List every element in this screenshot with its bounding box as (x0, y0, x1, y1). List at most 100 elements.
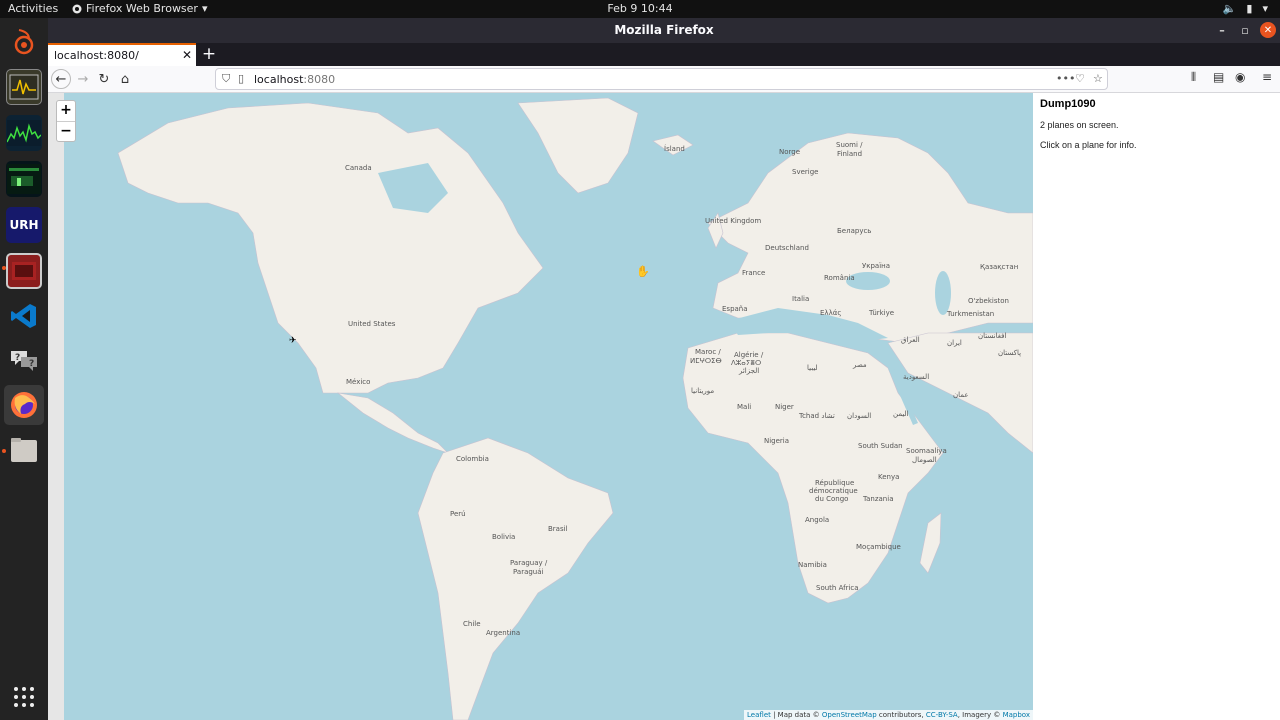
back-icon[interactable]: ← (51, 69, 71, 89)
apps-grid-icon[interactable] (6, 679, 42, 715)
more-actions-icon[interactable]: ••• (1056, 72, 1075, 85)
map-label: السعودية (903, 373, 930, 381)
map-label: پاکستان (998, 349, 1022, 357)
url-text[interactable]: localhost:8080 (254, 73, 335, 86)
map-label: Türkiye (869, 309, 895, 317)
zoom-control: + − (56, 100, 76, 142)
greenland-landmass (517, 97, 639, 194)
pocket-icon[interactable]: ♡ (1075, 72, 1085, 85)
attribution-text: contributors, (876, 711, 926, 719)
title-bar: Mozilla Firefox – ▫ ✕ (48, 18, 1280, 43)
zoom-in-button[interactable]: + (57, 101, 75, 121)
map-label: ليبيا (807, 364, 818, 372)
map-label: South Sudan (858, 442, 903, 450)
cc-by-sa-link[interactable]: CC-BY-SA (926, 711, 958, 719)
spectrum-icon[interactable] (6, 115, 42, 151)
firefox-small-icon (72, 4, 82, 13)
map-label: Perú (450, 510, 466, 518)
minimize-icon[interactable]: – (1214, 22, 1230, 38)
tab-localhost[interactable]: localhost:8080/ ✕ (48, 43, 196, 66)
map-label: ⵍⵎⵖⵔⵉⴱ (690, 357, 722, 365)
hint-text: Click on a plane for info. (1040, 140, 1137, 150)
forward-icon[interactable]: → (73, 69, 93, 89)
map-label: العراق (901, 336, 920, 344)
svg-text:?: ? (29, 359, 34, 369)
url-bar[interactable]: ⛉ ▯ localhost:8080 ••• ♡ ☆ (215, 68, 1108, 90)
urh-label: URH (9, 218, 39, 232)
sidebar-icon[interactable]: ▤ (1213, 70, 1224, 84)
map-label: اليمن (893, 410, 909, 418)
openstreetmap-link[interactable]: OpenStreetMap (822, 711, 877, 719)
map[interactable]: Canada United States México Colombia Per… (48, 93, 1033, 720)
map-label: عمان (953, 391, 969, 399)
bookmark-star-icon[interactable]: ☆ (1093, 72, 1103, 85)
panel-title: Dump1090 (1040, 98, 1096, 110)
plane-marker[interactable]: ✈ (289, 336, 297, 346)
waterfall-icon[interactable] (6, 161, 42, 197)
map-label: Argentina (486, 629, 521, 637)
map-label: Deutschland (765, 244, 809, 252)
battery-icon: ▮ (1246, 2, 1253, 15)
map-label: Brasil (548, 525, 568, 533)
vscode-icon[interactable] (6, 298, 42, 334)
zoom-out-button[interactable]: − (57, 121, 75, 141)
page-icon[interactable]: ▯ (238, 72, 244, 85)
chevron-down-icon: ▾ (201, 2, 208, 15)
library-icon[interactable]: ⫴ (1191, 70, 1196, 85)
map-label: موريتانيا (691, 387, 715, 395)
map-label: Ísland (664, 145, 685, 153)
help-icon[interactable]: ?? (6, 343, 42, 379)
terminal-red-icon[interactable] (6, 253, 42, 289)
clock[interactable]: Feb 9 10:44 (607, 2, 672, 15)
map-label: du Congo (815, 495, 849, 503)
firefox-icon[interactable] (4, 385, 44, 425)
leaflet-link[interactable]: Leaflet (747, 711, 771, 719)
url-port: :8080 (303, 73, 336, 86)
dock: URH ?? (0, 18, 48, 720)
hand-cursor-icon: ✋ (636, 265, 650, 278)
attribution-text: , Imagery © (957, 711, 1003, 719)
map-label: România (824, 274, 855, 282)
ubuntu-logo-icon[interactable] (6, 24, 42, 60)
map-label: مصر (853, 361, 867, 369)
files-icon[interactable] (6, 432, 42, 468)
info-panel: Dump1090 2 planes on screen. Click on a … (1033, 93, 1280, 720)
map-label: Tanzania (863, 495, 894, 503)
close-icon[interactable]: ✕ (1260, 22, 1276, 38)
map-label: ایران (947, 339, 962, 347)
system-tray[interactable]: 🔈 ▮ ▾ (1223, 2, 1268, 15)
map-label: Sverige (792, 168, 819, 176)
map-label: République (815, 479, 855, 487)
app-menu[interactable]: Firefox Web Browser ▾ (72, 2, 208, 15)
map-label: Moçambique (856, 543, 901, 551)
map-label: Ελλάς (820, 309, 842, 317)
map-label: Беларусь (837, 227, 872, 235)
gnome-top-bar: Activities Firefox Web Browser ▾ Feb 9 1… (0, 0, 1280, 18)
mapbox-link[interactable]: Mapbox (1003, 711, 1030, 719)
map-label: السودان (847, 412, 872, 420)
map-label: O'zbekiston (968, 297, 1009, 305)
account-icon[interactable]: ◉ (1235, 70, 1245, 84)
map-label: Tchad تشاد (799, 412, 835, 420)
map-label: España (722, 305, 748, 313)
close-tab-icon[interactable]: ✕ (182, 48, 192, 62)
oscilloscope-icon[interactable] (6, 69, 42, 105)
map-label: Suomi / (836, 141, 863, 149)
reload-icon[interactable]: ↻ (94, 69, 114, 89)
map-label: Finland (837, 150, 863, 158)
map-label: Algérie / (734, 351, 764, 359)
new-tab-button[interactable]: + (200, 44, 218, 64)
map-label: Italia (792, 295, 810, 303)
url-host: localhost (254, 73, 304, 86)
map-label: الجزائر (739, 367, 760, 375)
menu-icon[interactable]: ≡ (1262, 70, 1272, 84)
shield-icon[interactable]: ⛉ (222, 72, 230, 86)
map-label: Chile (463, 620, 481, 628)
activities-button[interactable]: Activities (8, 2, 58, 15)
map-label: Nigeria (764, 437, 790, 445)
home-icon[interactable]: ⌂ (115, 69, 135, 89)
maximize-icon[interactable]: ▫ (1237, 22, 1253, 38)
map-attribution: Leaflet | Map data © OpenStreetMap contr… (744, 710, 1033, 720)
urh-icon[interactable]: URH (6, 207, 42, 243)
chevron-down-icon: ▾ (1262, 2, 1268, 15)
